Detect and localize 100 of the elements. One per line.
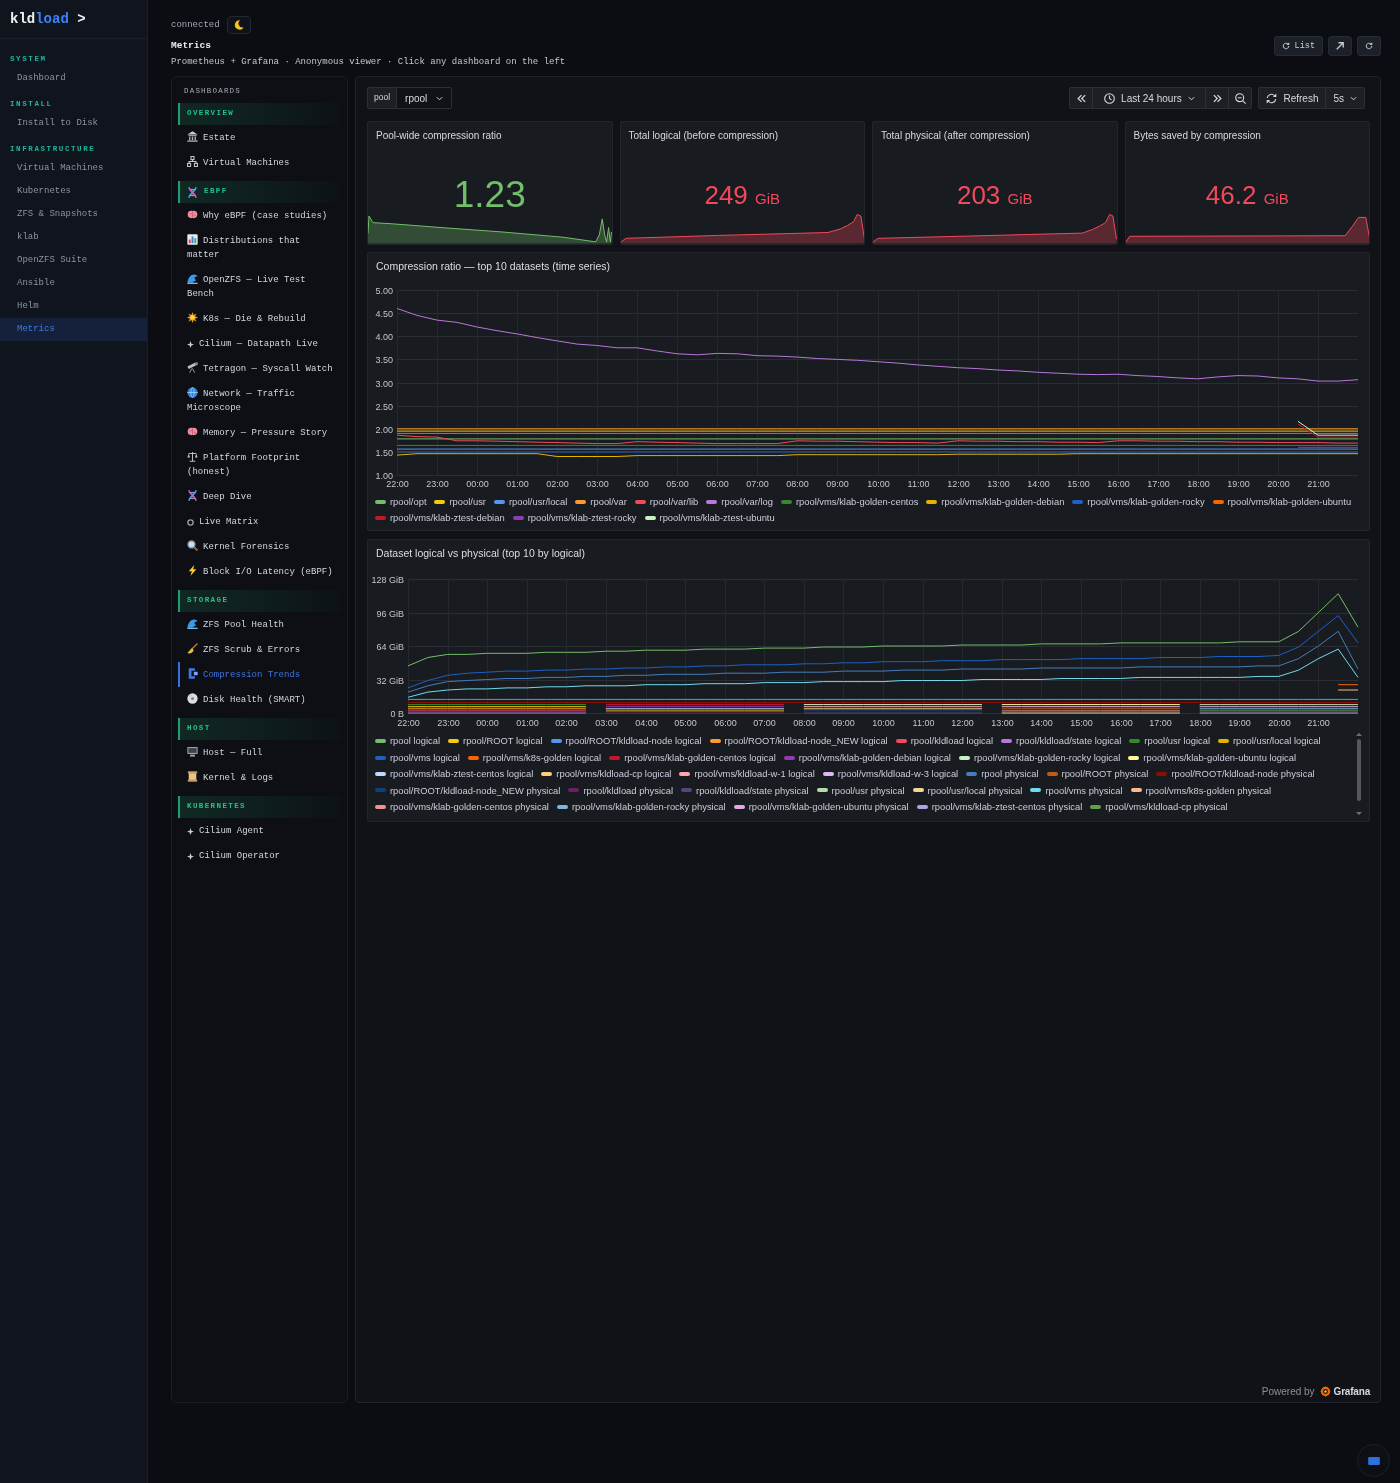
- axis-tick-label: 00:00: [466, 479, 489, 489]
- legend-item[interactable]: rpool/ROOT logical: [448, 733, 543, 750]
- legend-item[interactable]: rpool/var/lib: [634, 494, 699, 510]
- nav-link[interactable]: klab: [0, 226, 147, 249]
- nav-link[interactable]: Kubernetes: [0, 180, 147, 203]
- legend-item[interactable]: rpool/ROOT/kldload-node physical: [1156, 765, 1315, 783]
- nav-link[interactable]: Helm: [0, 295, 147, 318]
- legend-item[interactable]: rpool/vms/kldload-cp logical: [541, 765, 672, 783]
- time-forward-button[interactable]: [1205, 87, 1230, 109]
- legend-item[interactable]: rpool/vms/klab-golden-rocky physical: [556, 798, 726, 815]
- menu-item[interactable]: Why eBPF (case studies): [178, 203, 340, 228]
- legend-item[interactable]: rpool/vms logical: [375, 749, 460, 766]
- legend-item[interactable]: rpool/usr logical: [1129, 733, 1210, 750]
- logo-icon: [1319, 1386, 1331, 1397]
- menu-item[interactable]: Kernel Forensics: [178, 534, 340, 559]
- nav-link[interactable]: ZFS & Snapshots: [0, 203, 147, 226]
- time-range-picker[interactable]: Last 24 hours: [1092, 87, 1207, 109]
- list-button[interactable]: List: [1273, 36, 1323, 56]
- legend-item[interactable]: rpool physical: [966, 765, 1039, 783]
- menu-item[interactable]: Tetragon — Syscall Watch: [178, 356, 340, 381]
- legend-item[interactable]: rpool/kldload logical: [895, 733, 994, 750]
- axis-tick-label: 02:00: [546, 479, 569, 489]
- axis-tick-label: 09:00: [832, 718, 855, 728]
- menu-item[interactable]: K8s — Die & Rebuild: [178, 306, 340, 331]
- legend-item[interactable]: rpool/kldload physical: [568, 782, 674, 799]
- menu-item[interactable]: Memory — Pressure Story: [178, 420, 340, 445]
- axis-tick-label: 21:00: [1307, 718, 1330, 728]
- legend-item[interactable]: rpool/vms/klab-ztest-centos physical: [916, 798, 1083, 815]
- legend-item[interactable]: rpool/vms/kldload-cp physical: [1090, 798, 1228, 815]
- legend-item[interactable]: rpool/var/log: [706, 494, 773, 510]
- floating-button[interactable]: [1357, 1444, 1390, 1477]
- scroll-icon: [187, 770, 198, 782]
- nav-link[interactable]: Install to Disk: [0, 112, 147, 135]
- nav-link[interactable]: Virtual Machines: [0, 157, 147, 180]
- menu-item[interactable]: Host — Full: [178, 740, 340, 765]
- legend-item[interactable]: rpool/vms/klab-ztest-debian: [375, 510, 505, 526]
- legend-item[interactable]: rpool/vms physical: [1030, 782, 1123, 799]
- menu-item[interactable]: ZFS Scrub & Errors: [178, 637, 340, 662]
- legend-item[interactable]: rpool/vms/k8s-golden logical: [467, 749, 602, 766]
- legend-item[interactable]: rpool/usr physical: [816, 782, 905, 799]
- legend-item[interactable]: rpool/var: [575, 494, 627, 510]
- legend-item[interactable]: rpool/kldload/state physical: [681, 782, 809, 799]
- refresh-interval-picker[interactable]: 5s: [1325, 87, 1365, 109]
- legend-item[interactable]: rpool/vms/klab-golden-rocky logical: [958, 749, 1121, 766]
- legend-item[interactable]: rpool/vms/klab-ztest-rocky: [512, 510, 637, 526]
- legend-item[interactable]: rpool logical: [375, 733, 441, 750]
- nav-link[interactable]: Ansible: [0, 272, 147, 295]
- menu-item[interactable]: Block I/O Latency (eBPF): [178, 559, 340, 584]
- menu-item[interactable]: Estate: [178, 125, 340, 150]
- refresh-button[interactable]: Refresh: [1258, 87, 1327, 109]
- zoom-out-button[interactable]: [1228, 87, 1253, 109]
- menu-item[interactable]: Platform Footprint (honest): [178, 445, 340, 484]
- legend-item[interactable]: rpool/vms/k8s-golden physical: [1130, 782, 1272, 799]
- menu-item[interactable]: Deep Dive: [178, 484, 340, 509]
- legend-item[interactable]: rpool/vms/klab-golden-ubuntu logical: [1128, 749, 1297, 766]
- theme-toggle-button[interactable]: [226, 16, 251, 34]
- menu-item[interactable]: Live Matrix: [178, 509, 340, 534]
- legend-item[interactable]: rpool/kldload/state logical: [1001, 733, 1122, 750]
- legend-item[interactable]: rpool/vms/kldload-w-3 logical: [822, 765, 959, 783]
- menu-item[interactable]: Disk Health (SMART): [178, 687, 340, 712]
- menu-item[interactable]: Cilium — Datapath Live: [178, 331, 340, 356]
- open-external-button[interactable]: [1328, 36, 1352, 56]
- nav-link[interactable]: Dashboard: [0, 67, 147, 90]
- legend-item[interactable]: rpool/opt: [375, 494, 427, 510]
- menu-item[interactable]: ZFS Pool Health: [178, 612, 340, 637]
- legend-item[interactable]: rpool/ROOT physical: [1046, 765, 1149, 783]
- legend-item[interactable]: rpool/ROOT/kldload-node logical: [550, 733, 702, 750]
- axis-tick-label: 10:00: [867, 479, 890, 489]
- legend-item[interactable]: rpool/usr: [434, 494, 486, 510]
- legend-item[interactable]: rpool/vms/klab-ztest-centos logical: [375, 765, 534, 783]
- menu-item[interactable]: Cilium Operator: [178, 843, 340, 868]
- legend-item[interactable]: rpool/vms/klab-golden-centos logical: [609, 749, 776, 766]
- legend-item[interactable]: rpool/vms/klab-golden-centos: [780, 494, 919, 510]
- legend-item[interactable]: rpool/ROOT/kldload-node_NEW physical: [375, 782, 561, 799]
- menu-item[interactable]: Kernel & Logs: [178, 765, 340, 790]
- variable-select[interactable]: rpool: [397, 87, 453, 109]
- legend-item[interactable]: rpool/vms/klab-golden-ubuntu physical: [733, 798, 909, 815]
- legend-item[interactable]: rpool/usr/local physical: [912, 782, 1023, 799]
- menu-item[interactable]: Cilium Agent: [178, 818, 340, 843]
- legend-item[interactable]: rpool/ROOT/kldload-node_NEW logical: [709, 733, 888, 750]
- time-back-button[interactable]: [1069, 87, 1094, 109]
- scrollbar[interactable]: [1356, 733, 1362, 815]
- legend-item[interactable]: rpool/usr/local: [493, 494, 568, 510]
- legend-item[interactable]: rpool/vms/klab-golden-debian: [926, 494, 1065, 510]
- menu-item[interactable]: OpenZFS — Live Test Bench: [178, 267, 340, 306]
- legend-item[interactable]: rpool/vms/kldload-w-1 logical: [679, 765, 815, 783]
- legend-item[interactable]: rpool/vms/klab-golden-debian logical: [783, 749, 951, 766]
- menu-item[interactable]: Network — Traffic Microscope: [178, 381, 340, 420]
- legend-item[interactable]: rpool/vms/klab-ztest-ubuntu: [644, 510, 775, 526]
- nav-link[interactable]: Metrics: [0, 318, 147, 341]
- reload-button[interactable]: [1357, 36, 1381, 56]
- legend-item[interactable]: rpool/vms/klab-golden-rocky: [1072, 494, 1205, 510]
- menu-item[interactable]: Compression Trends: [178, 662, 340, 687]
- legend-item[interactable]: rpool/usr/local logical: [1218, 733, 1321, 750]
- axis-tick-label: 18:00: [1187, 479, 1210, 489]
- legend-item[interactable]: rpool/vms/klab-golden-centos physical: [375, 798, 549, 815]
- menu-item[interactable]: Distributions that matter: [178, 228, 340, 267]
- legend-item[interactable]: rpool/vms/klab-golden-ubuntu: [1212, 494, 1352, 510]
- nav-link[interactable]: OpenZFS Suite: [0, 249, 147, 272]
- menu-item[interactable]: Virtual Machines: [178, 150, 340, 175]
